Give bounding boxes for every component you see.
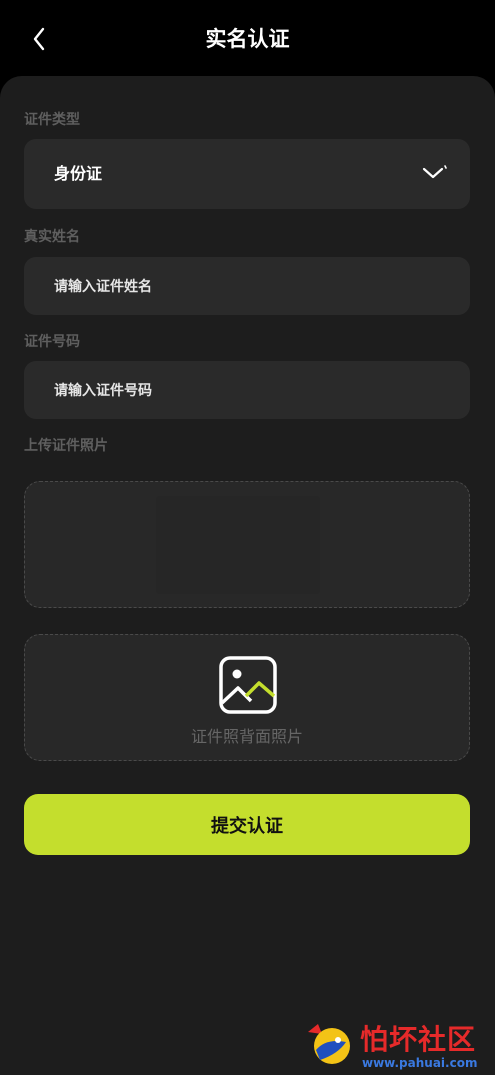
back-photo-caption: 证件照背面照片 xyxy=(190,727,303,746)
id-type-label: 证件类型 xyxy=(24,112,80,128)
id-number-label: 证件号码 xyxy=(24,334,80,350)
submit-button[interactable]: 提交认证 xyxy=(24,794,470,855)
id-number-field-container xyxy=(24,361,470,419)
id-type-select[interactable]: 身份证 xyxy=(24,139,470,209)
form-card: 证件类型 身份证 真实姓名 证件号码 上传证件照片 证件照背面照片 提交认证 xyxy=(0,76,495,1075)
watermark: 怕坏社区 www.pahuai.com xyxy=(302,1018,492,1072)
image-icon xyxy=(219,656,277,714)
header-bar: 实名认证 xyxy=(0,0,495,76)
upload-label: 上传证件照片 xyxy=(24,438,108,454)
watermark-name: 怕坏社区 xyxy=(360,1023,477,1056)
id-type-value: 身份证 xyxy=(54,164,103,183)
page-title: 实名认证 xyxy=(205,27,290,51)
watermark-logo-icon xyxy=(308,1024,350,1064)
front-photo-placeholder xyxy=(156,496,320,594)
real-name-label: 真实姓名 xyxy=(24,229,80,245)
real-name-field-container xyxy=(24,257,470,315)
back-photo-upload[interactable]: 证件照背面照片 xyxy=(24,634,470,761)
chevron-down-icon xyxy=(422,165,447,179)
watermark-url: www.pahuai.com xyxy=(362,1056,478,1070)
front-photo-upload[interactable] xyxy=(24,481,470,608)
id-number-input[interactable] xyxy=(54,361,444,419)
real-name-input[interactable] xyxy=(54,257,444,315)
